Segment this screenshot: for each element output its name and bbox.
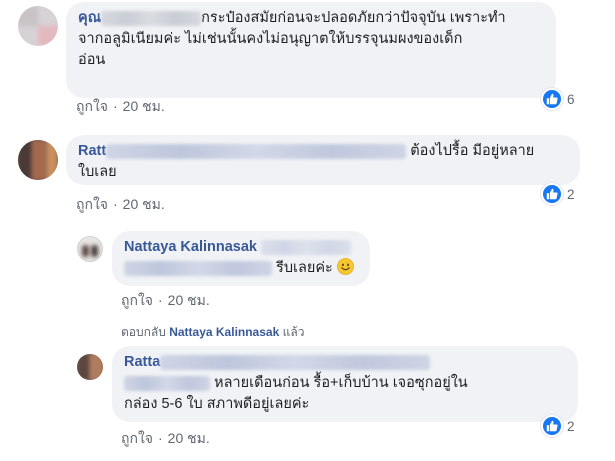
reply-author[interactable]: Nattaya Kalinnasak — [124, 239, 257, 255]
comment-actions: ถูกใจ · 20 ชม. — [76, 194, 165, 216]
timestamp[interactable]: 20 ชม. — [123, 98, 165, 114]
like-link[interactable]: ถูกใจ — [76, 196, 108, 212]
separator: · — [158, 430, 163, 446]
like-link[interactable]: ถูกใจ — [121, 292, 153, 308]
comment-text: จากอลูมิเนียมค่ะ ไม่เช่นนั้นคงไม่อนุญาตใ… — [78, 31, 463, 47]
reply-actions: ถูกใจ · 20 ชม. — [121, 290, 210, 312]
reply-author[interactable]: Ratta — [124, 354, 160, 370]
like-reaction-icon — [541, 88, 563, 110]
comment-text: ใบเลย — [78, 164, 117, 180]
timestamp[interactable]: 20 ชม. — [168, 430, 210, 446]
timestamp[interactable]: 20 ชม. — [168, 292, 210, 308]
reply-text: หลายเดือนก่อน รื้อ+เก็บบ้าน เจอซุกอยู่ใน — [214, 375, 468, 391]
like-link[interactable]: ถูกใจ — [121, 430, 153, 446]
like-link[interactable]: ถูกใจ — [76, 98, 108, 114]
reply-text: กล่อง 5-6 ใบ สภาพดีอยู่เลยค่ะ — [124, 396, 310, 412]
reply-to-name[interactable]: Nattaya Kalinnasak — [169, 325, 279, 339]
like-reaction-icon — [541, 183, 563, 205]
reply-text: รีบเลยค่ะ — [276, 260, 333, 276]
redacted-name-tag — [124, 260, 272, 276]
redacted-name — [160, 354, 431, 370]
comment-author[interactable]: คุณ — [78, 10, 101, 26]
reply-to-label: ตอบกลับ Nattaya Kalinnasak แล้ว — [121, 325, 305, 339]
reaction-count[interactable]: 2 — [541, 183, 575, 205]
separator: · — [113, 98, 118, 114]
reply-bubble: Nattaya Kalinnasak รีบเลยค่ะ — [112, 231, 370, 286]
redacted-name — [106, 143, 407, 159]
avatar[interactable] — [18, 140, 58, 180]
comment-actions: ถูกใจ · 20 ชม. — [76, 96, 165, 118]
smiley-emoji-icon — [336, 258, 354, 275]
comment-text: ต้องไปรื้อ มีอยู่หลาย — [410, 143, 535, 159]
like-reaction-icon — [541, 415, 563, 437]
redacted-name — [101, 10, 202, 26]
comment-bubble: คุณ กระป๋องสมัยก่อนจะปลอดภัยกว่าปัจจุบัน … — [66, 2, 556, 98]
reaction-count[interactable]: 6 — [541, 88, 575, 110]
avatar[interactable] — [77, 354, 103, 380]
separator: · — [113, 196, 118, 212]
avatar[interactable] — [18, 6, 58, 46]
reaction-count[interactable]: 2 — [541, 415, 575, 437]
comment-author[interactable]: Ratt — [78, 143, 106, 159]
timestamp[interactable]: 20 ชม. — [123, 196, 165, 212]
reply-actions: ถูกใจ · 20 ชม. — [121, 428, 210, 450]
comment-text: กระป๋องสมัยก่อนจะปลอดภัยกว่าปัจจุบัน เพร… — [201, 10, 506, 26]
redacted-name-tag — [124, 375, 210, 391]
comment-text: อ่อน — [78, 52, 106, 68]
comment-bubble: Ratt ต้องไปรื้อ มีอยู่หลาย ใบเลย — [66, 135, 580, 185]
reply-bubble: Ratta หลายเดือนก่อน รื้อ+เก็บบ้าน เจอซุก… — [112, 346, 578, 422]
avatar[interactable] — [77, 236, 103, 262]
separator: · — [158, 292, 163, 308]
redacted-name-tag — [261, 239, 352, 255]
